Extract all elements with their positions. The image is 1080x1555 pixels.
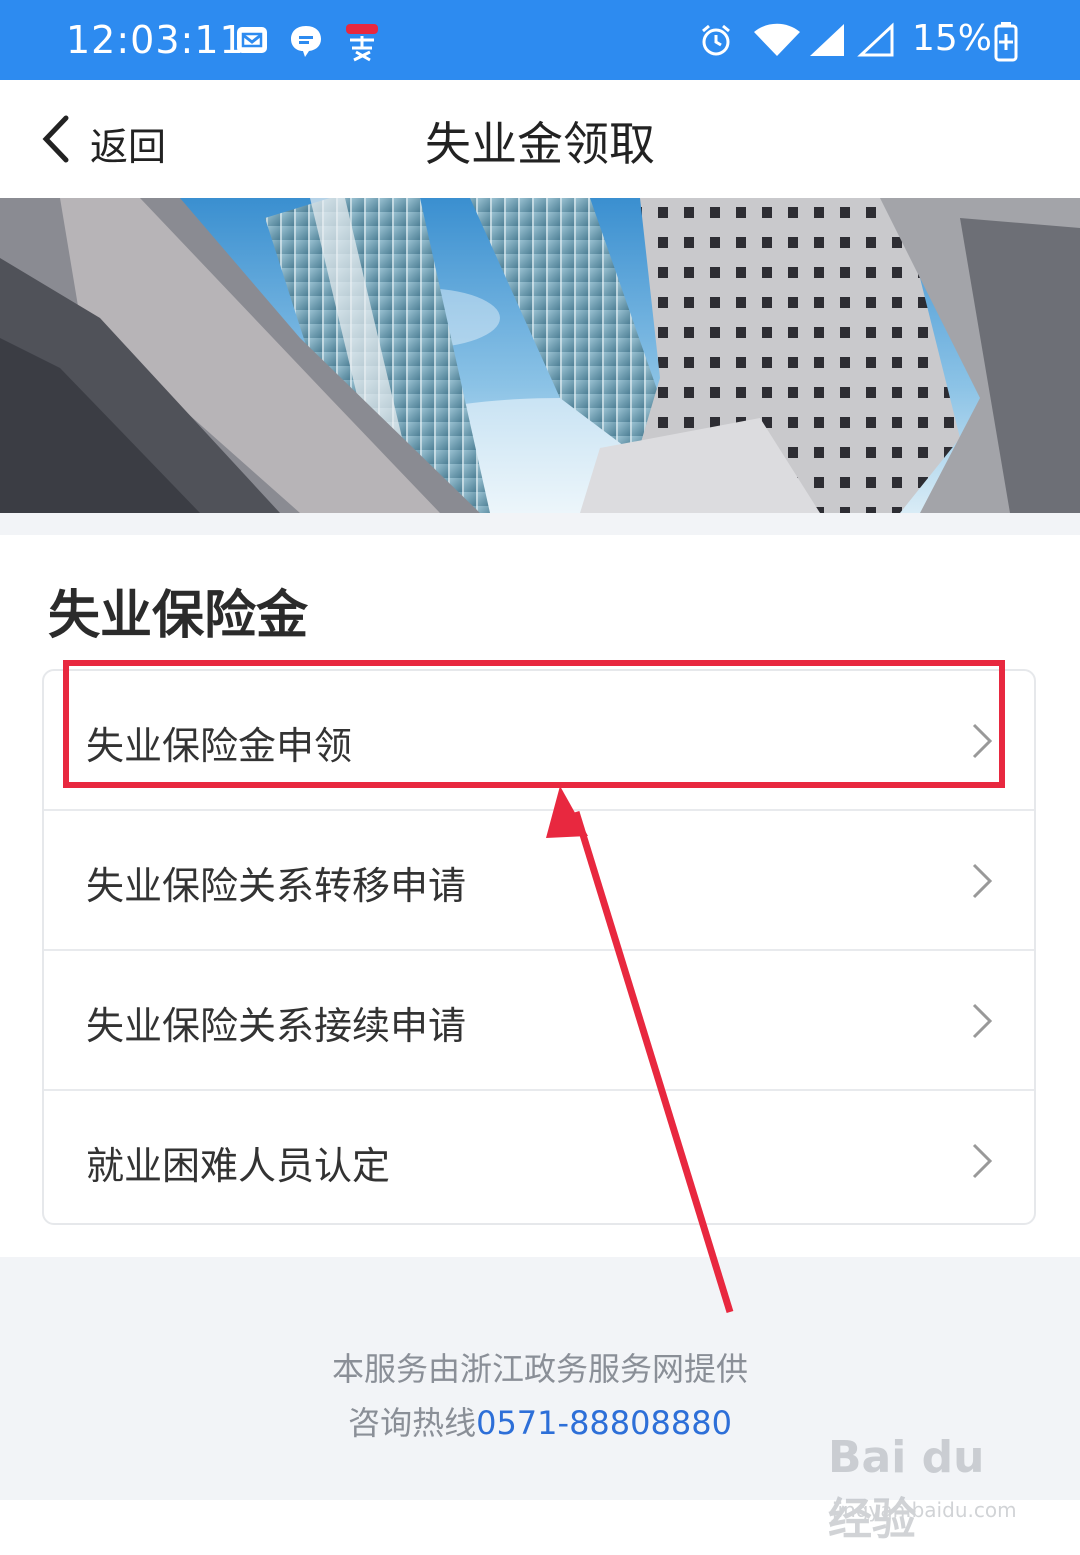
section-title: 失业保险金 bbox=[48, 586, 309, 646]
list-item-label: 失业保险关系接续申请 bbox=[86, 1004, 467, 1048]
status-bar: 12:03:11 15% bbox=[0, 0, 1080, 80]
list-item-label: 就业困难人员认定 bbox=[86, 1144, 391, 1188]
list-item-employment-difficulty-certification[interactable]: 就业困难人员认定 bbox=[44, 1091, 1034, 1231]
wifi-icon bbox=[752, 22, 802, 58]
back-label: 返回 bbox=[90, 125, 167, 169]
watermark-sub: jingyan.baidu.com bbox=[832, 1498, 1017, 1522]
chevron-right-icon bbox=[972, 863, 993, 899]
chat-bubble-icon bbox=[288, 22, 324, 58]
watermark-text: Bai du 经验 bbox=[828, 1432, 985, 1545]
footer-provider: 本服务由浙江政务服务网提供 bbox=[331, 1350, 748, 1388]
hotline-label: 咨询热线 bbox=[348, 1404, 477, 1442]
chevron-right-icon bbox=[972, 1003, 993, 1039]
signal-icon bbox=[808, 22, 848, 58]
baidu-watermark: Bai du 经验 jingyan.baidu.com bbox=[828, 1432, 1028, 1545]
alarm-icon bbox=[698, 22, 734, 58]
chevron-left-icon bbox=[42, 115, 69, 163]
chevron-right-icon bbox=[972, 1143, 993, 1179]
list-item-insurance-transfer[interactable]: 失业保险关系转移申请 bbox=[44, 811, 1034, 951]
list-item-insurance-continuation[interactable]: 失业保险关系接续申请 bbox=[44, 951, 1034, 1091]
hotline-number-link[interactable]: 0571-88808880 bbox=[476, 1404, 732, 1442]
annotation-highlight-box bbox=[63, 660, 1005, 788]
service-section: 失业保险金 失业保险金申领 失业保险关系转移申请 失业保险关系接续申请 就业困难… bbox=[0, 535, 1080, 1257]
battery-charging-icon bbox=[994, 22, 1018, 62]
nav-bar: 失业金领取 返回 bbox=[0, 80, 1080, 198]
mail-icon bbox=[234, 22, 270, 58]
app-badge-icon bbox=[342, 22, 382, 62]
status-time: 12:03:11 bbox=[66, 18, 245, 62]
back-button[interactable]: 返回 bbox=[30, 108, 190, 170]
list-item-label: 失业保险关系转移申请 bbox=[86, 864, 467, 908]
battery-percent: 15% bbox=[912, 18, 993, 59]
signal-empty-icon bbox=[856, 22, 896, 58]
banner-image bbox=[0, 198, 1080, 513]
